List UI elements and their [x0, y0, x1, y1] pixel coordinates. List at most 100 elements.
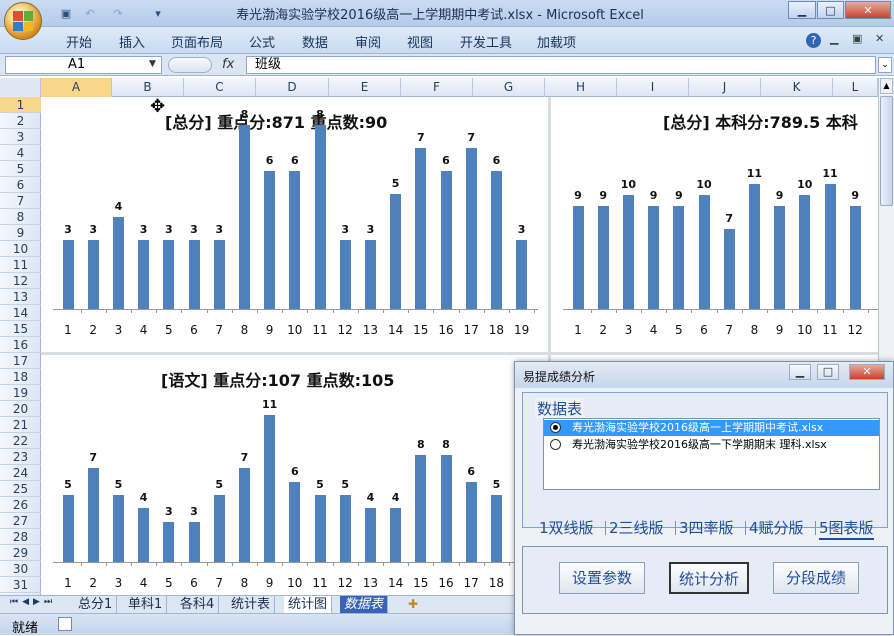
row-header[interactable]: 19	[0, 385, 41, 401]
row-header[interactable]: 29	[0, 545, 41, 561]
sheet-tab-data-table[interactable]: 数据表	[340, 596, 389, 613]
redo-icon[interactable]: ↷	[110, 5, 126, 21]
set-params-button[interactable]: 设置参数	[559, 562, 645, 594]
dialog-close-icon[interactable]: ✕	[849, 364, 885, 380]
row-header[interactable]: 1	[0, 97, 41, 113]
column-header-g[interactable]: G	[473, 78, 545, 97]
insert-sheet-icon[interactable]: ✚	[408, 597, 418, 611]
select-all-corner[interactable]	[0, 78, 41, 97]
row-header[interactable]: 9	[0, 225, 41, 241]
tab-formulas[interactable]: 公式	[249, 32, 275, 51]
row-header[interactable]: 2	[0, 113, 41, 129]
column-header-a[interactable]: A	[41, 78, 112, 97]
ribbon-close-icon[interactable]: ✕	[875, 32, 884, 45]
help-icon[interactable]: ?	[806, 33, 821, 48]
row-header[interactable]: 27	[0, 513, 41, 529]
row-header[interactable]: 7	[0, 193, 41, 209]
name-box-dropdown-icon[interactable]: ▼	[149, 59, 156, 69]
row-header[interactable]: 24	[0, 465, 41, 481]
scroll-up-icon[interactable]: ▲	[880, 78, 893, 94]
row-header[interactable]: 30	[0, 561, 41, 577]
row-header[interactable]: 25	[0, 481, 41, 497]
row-header[interactable]: 11	[0, 257, 41, 273]
close-icon[interactable]: ✕	[845, 1, 891, 19]
column-header-f[interactable]: F	[401, 78, 473, 97]
file-item[interactable]: 寿光渤海实验学校2016级高一下学期期末 理科.xlsx	[544, 437, 879, 453]
row-header[interactable]: 3	[0, 129, 41, 145]
row-header[interactable]: 17	[0, 353, 41, 369]
column-header-i[interactable]: I	[617, 78, 689, 97]
tab-page-layout[interactable]: 页面布局	[171, 32, 223, 51]
tab-insert[interactable]: 插入	[119, 32, 145, 51]
sheet-tab-subjects4[interactable]: 各科4	[176, 596, 220, 613]
chart-chinese-key[interactable]: [语文] 重点分:107 重点数:105 5 1 7 2 5 3 4 4 3 5 3 6 5 7 7 8 11 9…	[41, 355, 548, 595]
tab-four-rate[interactable]: 3四率版	[679, 516, 734, 540]
office-button[interactable]	[4, 2, 42, 40]
column-header-k[interactable]: K	[761, 78, 833, 97]
expand-formula-icon[interactable]: ⌄	[878, 57, 892, 73]
dialog-minimize-icon[interactable]: ▁	[789, 364, 811, 380]
ribbon-minimize-icon[interactable]: ▁	[830, 32, 838, 45]
column-header-d[interactable]: D	[256, 78, 329, 97]
row-header[interactable]: 14	[0, 305, 41, 321]
row-header[interactable]: 12	[0, 273, 41, 289]
tab-double-line[interactable]: 1双线版	[539, 516, 594, 540]
column-header-j[interactable]: J	[689, 78, 761, 97]
sheet-nav-icon[interactable]: ⏮◀▶⏭	[10, 597, 56, 607]
row-header[interactable]: 5	[0, 161, 41, 177]
radio-icon[interactable]	[550, 439, 561, 450]
row-header[interactable]: 22	[0, 433, 41, 449]
row-header[interactable]: 13	[0, 289, 41, 305]
row-header[interactable]: 8	[0, 209, 41, 225]
scroll-thumb[interactable]	[880, 96, 893, 206]
tab-data[interactable]: 数据	[302, 32, 328, 51]
save-icon[interactable]: ▣	[58, 5, 74, 21]
row-header[interactable]: 28	[0, 529, 41, 545]
row-header[interactable]: 21	[0, 417, 41, 433]
tab-review[interactable]: 审阅	[355, 32, 381, 51]
chart-total-undergrad[interactable]: [总分] 本科分:789.5 本科 9 1 9 2 10 3 9 4 9 5 10 6 7 7 11 8 9 9 1…	[551, 97, 878, 352]
ribbon-restore-icon[interactable]: ▣	[852, 32, 862, 45]
row-header[interactable]: 16	[0, 337, 41, 353]
formula-splitter[interactable]	[168, 57, 212, 73]
row-header[interactable]: 4	[0, 145, 41, 161]
sheet-tab-stat-table[interactable]: 统计表	[227, 596, 276, 613]
tab-addins[interactable]: 加载项	[537, 32, 576, 51]
tab-triple-line[interactable]: 2三线版	[609, 516, 664, 540]
sheet-tab-stat-chart[interactable]: 统计图	[284, 596, 333, 613]
column-header-b[interactable]: B	[112, 78, 184, 97]
tab-developer[interactable]: 开发工具	[460, 32, 512, 51]
tab-chart[interactable]: 5图表版	[819, 516, 874, 540]
minimize-icon[interactable]: ▁	[788, 1, 816, 19]
maximize-icon[interactable]: □	[817, 1, 844, 19]
row-header[interactable]: 20	[0, 401, 41, 417]
sheet-tab-single1[interactable]: 单科1	[124, 596, 168, 613]
column-header-l[interactable]: L	[833, 78, 878, 97]
row-header[interactable]: 6	[0, 177, 41, 193]
row-header[interactable]: 15	[0, 321, 41, 337]
macro-record-icon[interactable]	[58, 617, 72, 631]
radio-selected-icon[interactable]	[550, 422, 561, 433]
row-header[interactable]: 23	[0, 449, 41, 465]
dialog-maximize-icon[interactable]: □	[817, 364, 839, 380]
tab-scoring[interactable]: 4赋分版	[749, 516, 804, 540]
row-header[interactable]: 26	[0, 497, 41, 513]
file-item[interactable]: 寿光渤海实验学校2016级高一上学期期中考试.xlsx	[544, 420, 879, 436]
row-header[interactable]: 31	[0, 577, 41, 593]
column-header-c[interactable]: C	[184, 78, 256, 97]
insert-function-icon[interactable]: fx	[222, 57, 234, 72]
undo-icon[interactable]: ↶	[82, 5, 98, 21]
name-box[interactable]: A1	[5, 56, 162, 74]
tab-home[interactable]: 开始	[66, 32, 92, 51]
column-header-e[interactable]: E	[329, 78, 401, 97]
chart-total-key[interactable]: [总分] 重点分:871 重点数:90 31324334353637886961…	[41, 97, 548, 352]
formula-input[interactable]: 班级	[246, 56, 876, 74]
column-header-h[interactable]: H	[545, 78, 617, 97]
row-header[interactable]: 10	[0, 241, 41, 257]
tab-view[interactable]: 视图	[407, 32, 433, 51]
file-list[interactable]: 寿光渤海实验学校2016级高一上学期期中考试.xlsx 寿光渤海实验学校2016…	[543, 418, 880, 490]
segment-scores-button[interactable]: 分段成绩	[773, 562, 859, 594]
sheet-tab-total1[interactable]: 总分1	[74, 596, 118, 613]
stat-analysis-button[interactable]: 统计分析	[669, 562, 749, 594]
row-header[interactable]: 18	[0, 369, 41, 385]
